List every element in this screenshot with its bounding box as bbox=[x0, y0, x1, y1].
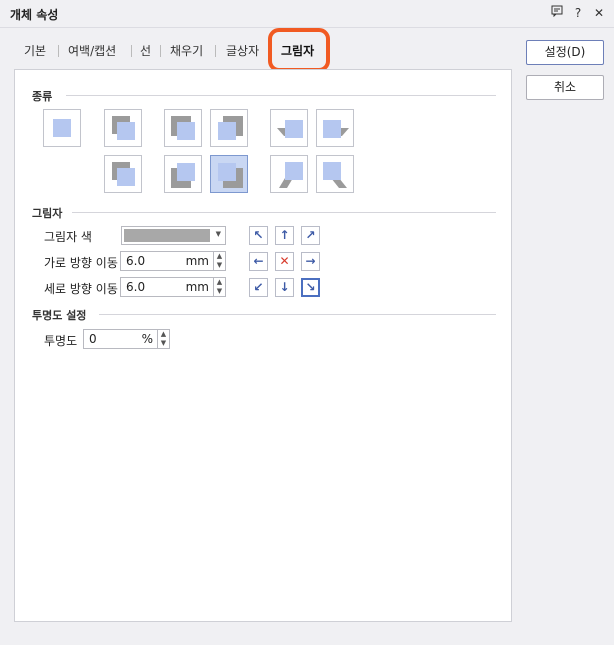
shape-square bbox=[177, 163, 195, 181]
arrow-up-icon[interactable]: ↑ bbox=[275, 226, 294, 245]
transparency-label: 투명도 bbox=[44, 334, 78, 348]
transparency-input[interactable]: 0 % bbox=[83, 329, 158, 349]
horizontal-offset-value: 6.0 bbox=[126, 254, 146, 268]
shadow-type-perspective-bottom-left[interactable] bbox=[270, 155, 308, 193]
transparency-value: 0 bbox=[89, 332, 97, 346]
dialog-title: 개체 속성 bbox=[10, 8, 59, 22]
cancel-button[interactable]: 취소 bbox=[526, 75, 604, 100]
arrow-left-icon[interactable]: ← bbox=[249, 252, 268, 271]
vertical-offset-value: 6.0 bbox=[126, 280, 146, 294]
section-transparency-title: 투명도 설정 bbox=[32, 309, 87, 322]
perspective-shadow-icon bbox=[277, 120, 303, 138]
shape-square bbox=[117, 122, 135, 140]
help-icon[interactable]: ? bbox=[570, 5, 586, 21]
divider bbox=[99, 314, 496, 315]
transparency-stepper[interactable]: ▲ ▼ bbox=[158, 329, 170, 349]
perspective-shadow-icon bbox=[323, 120, 349, 138]
comment-icon[interactable] bbox=[549, 5, 565, 21]
shape-square bbox=[177, 122, 195, 140]
shadow-type-top-left-large[interactable] bbox=[164, 109, 202, 147]
section-type-title: 종류 bbox=[32, 90, 53, 103]
shadow-type-none[interactable] bbox=[43, 109, 81, 147]
shadow-type-perspective-top-right[interactable] bbox=[316, 109, 354, 147]
arrow-down-icon[interactable]: ↓ bbox=[275, 278, 294, 297]
divider bbox=[72, 212, 496, 213]
tab-divider bbox=[215, 45, 216, 57]
unit-label: mm bbox=[185, 254, 209, 268]
unit-label: mm bbox=[185, 280, 209, 294]
shadow-type-bottom-left-large[interactable] bbox=[164, 155, 202, 193]
shadow-type-top-right-large[interactable] bbox=[210, 109, 248, 147]
tab-divider bbox=[58, 45, 59, 57]
shape-square bbox=[218, 163, 236, 181]
shadow-color-label: 그림자 색 bbox=[44, 230, 92, 244]
perspective-shadow-icon bbox=[323, 162, 347, 188]
shape-square bbox=[117, 168, 135, 186]
tab-basic[interactable]: 기본 bbox=[24, 36, 46, 66]
shadow-type-bottom-left-offset[interactable] bbox=[104, 155, 142, 193]
tab-divider bbox=[131, 45, 132, 57]
shape-square bbox=[218, 122, 236, 140]
tab-text-box[interactable]: 글상자 bbox=[226, 36, 259, 66]
section-shadow-title: 그림자 bbox=[32, 207, 63, 220]
horizontal-offset-label: 가로 방향 이동 bbox=[44, 256, 118, 270]
arrow-down-right-icon[interactable]: ↘ bbox=[301, 278, 320, 297]
shadow-color-swatch bbox=[124, 229, 210, 242]
chevron-down-icon: ▼ bbox=[215, 230, 221, 238]
close-icon[interactable]: ✕ bbox=[591, 5, 607, 21]
tab-margin-caption[interactable]: 여백/캡션 bbox=[68, 36, 116, 66]
arrow-up-right-icon[interactable]: ↗ bbox=[301, 226, 320, 245]
shape-square bbox=[53, 119, 71, 137]
divider bbox=[66, 95, 496, 96]
vertical-offset-label: 세로 방향 이동 bbox=[44, 282, 118, 296]
horizontal-offset-input[interactable]: 6.0 mm bbox=[120, 251, 214, 271]
shadow-type-perspective-top-left[interactable] bbox=[270, 109, 308, 147]
tab-fill[interactable]: 채우기 bbox=[170, 36, 203, 66]
perspective-shadow-icon bbox=[279, 162, 303, 188]
title-bar: 개체 속성 ? ✕ bbox=[0, 0, 614, 28]
horizontal-offset-stepper[interactable]: ▲ ▼ bbox=[214, 251, 226, 271]
shadow-type-bottom-right-offset[interactable] bbox=[210, 155, 248, 193]
shadow-type-top-left-offset[interactable] bbox=[104, 109, 142, 147]
arrow-down-left-icon[interactable]: ↙ bbox=[249, 278, 268, 297]
arrow-up-left-icon[interactable]: ↖ bbox=[249, 226, 268, 245]
ok-button[interactable]: 설정(D) bbox=[526, 40, 604, 65]
arrow-right-icon[interactable]: → bbox=[301, 252, 320, 271]
tab-divider bbox=[160, 45, 161, 57]
shadow-color-dropdown[interactable]: ▼ bbox=[121, 226, 226, 245]
no-offset-x-icon[interactable]: ✕ bbox=[275, 252, 294, 271]
tab-line[interactable]: 선 bbox=[140, 36, 151, 66]
vertical-offset-stepper[interactable]: ▲ ▼ bbox=[214, 277, 226, 297]
shadow-type-perspective-bottom-right[interactable] bbox=[316, 155, 354, 193]
percent-unit-label: % bbox=[141, 332, 153, 346]
vertical-offset-input[interactable]: 6.0 mm bbox=[120, 277, 214, 297]
tab-highlight bbox=[268, 28, 330, 72]
